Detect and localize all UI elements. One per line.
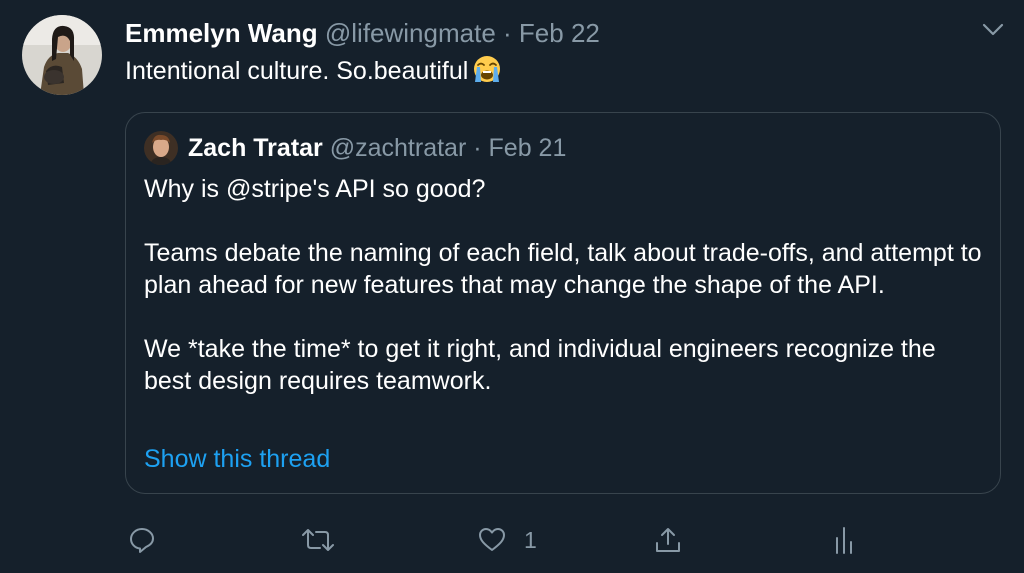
quoted-paragraph: Why is @stripe's API so good? <box>144 175 486 203</box>
quoted-date[interactable]: Feb 21 <box>489 134 567 162</box>
author-handle[interactable]: @lifewingmate <box>325 18 496 48</box>
quoted-text: Why is @stripe's API so good? Teams deba… <box>144 173 984 397</box>
reply-icon <box>130 528 154 553</box>
tweet-date[interactable]: Feb 22 <box>519 18 600 48</box>
share-icon <box>656 528 680 552</box>
quoted-author-avatar[interactable] <box>144 131 178 165</box>
author-avatar[interactable] <box>22 15 102 95</box>
heart-icon <box>479 528 505 551</box>
loudly-crying-face-icon <box>472 54 502 92</box>
retweet-button[interactable] <box>302 522 334 558</box>
tweet[interactable]: Emmelyn Wang @lifewingmate · Feb 22 Inte… <box>0 0 1024 573</box>
tweet-text-content: Intentional culture. So.beautiful <box>125 57 469 85</box>
tweet-header: Emmelyn Wang @lifewingmate · Feb 22 <box>125 16 600 50</box>
quoted-handle[interactable]: @zachtratar <box>330 134 467 162</box>
quoted-paragraph: Teams debate the naming of each field, t… <box>144 239 982 299</box>
quoted-header-separator: · <box>473 134 482 162</box>
quoted-tweet[interactable]: Zach Tratar @zachtratar · Feb 21 Why is … <box>125 112 1001 494</box>
quoted-display-name[interactable]: Zach Tratar <box>188 134 323 162</box>
analytics-button[interactable] <box>830 522 858 558</box>
share-button[interactable] <box>654 522 682 558</box>
quoted-header: Zach Tratar @zachtratar · Feb 21 <box>188 131 566 165</box>
reply-button[interactable] <box>128 522 156 558</box>
quoted-paragraph: We *take the time* to get it right, and … <box>144 335 936 395</box>
chevron-down-icon[interactable] <box>980 20 1006 40</box>
show-thread-link[interactable]: Show this thread <box>144 443 330 475</box>
header-separator: · <box>503 18 512 48</box>
like-count: 1 <box>524 526 537 553</box>
tweet-text: Intentional culture. So.beautiful <box>125 54 502 92</box>
retweet-icon <box>302 529 334 551</box>
analytics-icon <box>836 527 852 554</box>
like-button[interactable]: 1 <box>478 522 537 558</box>
author-display-name[interactable]: Emmelyn Wang <box>125 18 318 48</box>
